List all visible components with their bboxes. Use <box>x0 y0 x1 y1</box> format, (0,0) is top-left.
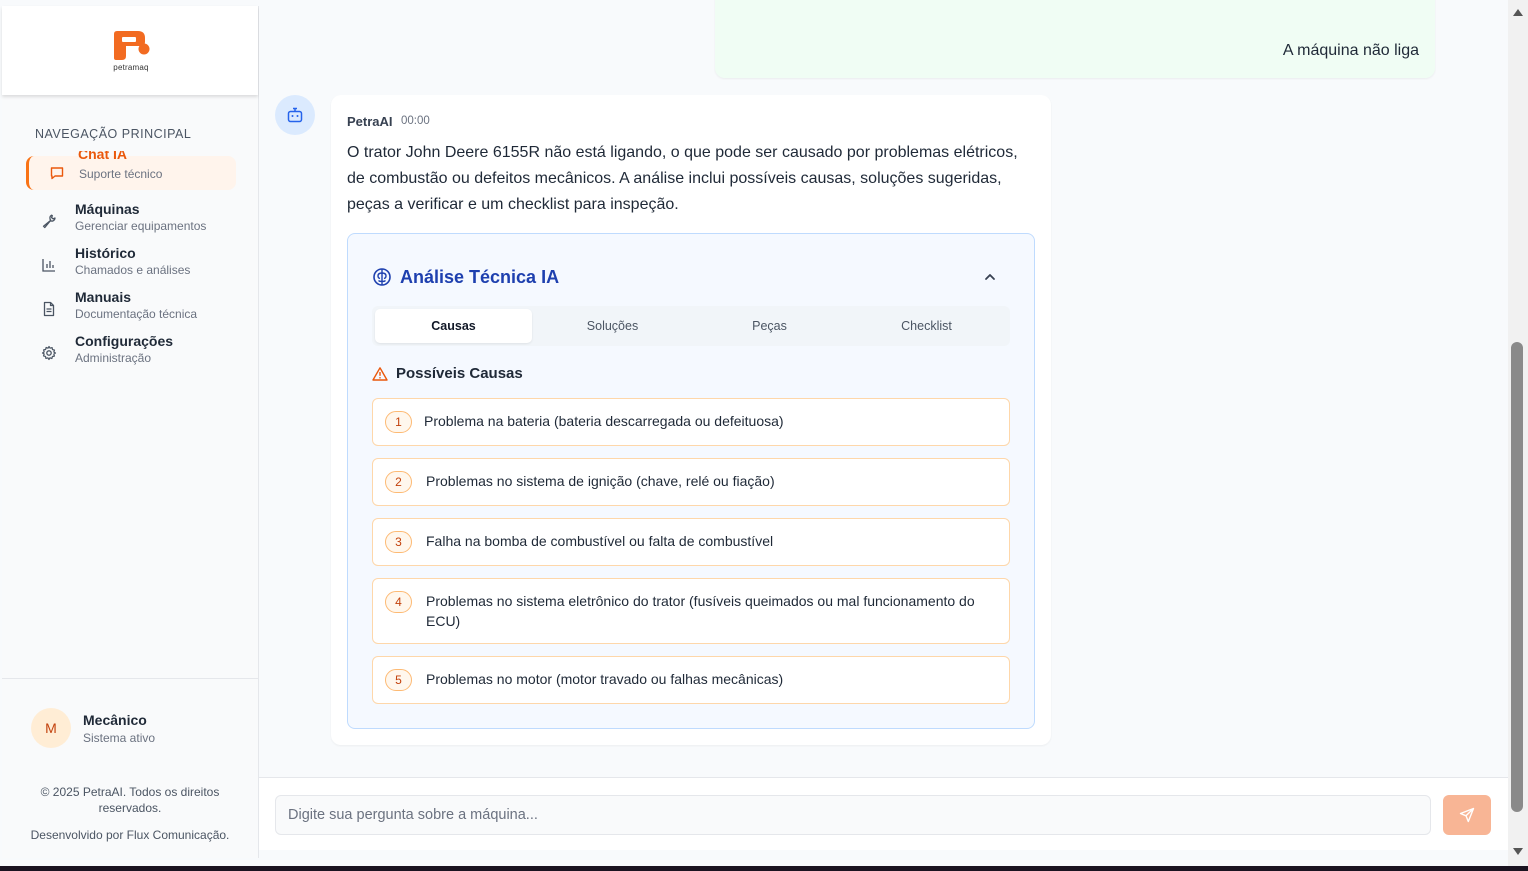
user-name: Mecânico <box>83 712 147 728</box>
bot-icon <box>287 107 303 123</box>
avatar[interactable]: M <box>31 708 71 748</box>
app-window: petramaq NAVEGAÇÃO PRINCIPAL Chat IA Sup… <box>0 0 1528 866</box>
user-message-text: A máquina não liga <box>1282 42 1419 59</box>
sidebar-item-maquinas[interactable]: Máquinas Gerenciar equipamentos <box>26 201 236 238</box>
sidebar-item-sub: Administração <box>75 351 152 365</box>
chat-input[interactable] <box>275 795 1431 835</box>
gear-icon <box>41 345 57 361</box>
sidebar-item-configuracoes[interactable]: Configurações Administração <box>26 333 236 370</box>
developer-credit: Desenvolvido por Flux Comunicação. <box>30 828 230 842</box>
cause-item: 2 Problemas no sistema de ignição (chave… <box>372 458 1010 506</box>
bot-message-card: PetraAI 00:00 O trator John Deere 6155R … <box>331 95 1051 745</box>
tab-causas[interactable]: Causas <box>375 309 532 343</box>
cause-number: 2 <box>385 471 412 493</box>
sidebar-item-sub: Gerenciar equipamentos <box>75 219 207 233</box>
file-text-icon <box>43 301 55 317</box>
analysis-title: Análise Técnica IA <box>400 267 560 287</box>
cause-number: 5 <box>385 669 412 691</box>
technical-analysis-panel: Análise Técnica IA Causas Soluções Peças… <box>347 233 1035 729</box>
tab-checklist[interactable]: Checklist <box>848 309 1005 343</box>
cause-text: Problema na bateria (bateria descarregad… <box>424 413 784 429</box>
scroll-down-arrow-icon[interactable] <box>1513 848 1523 855</box>
sidebar: petramaq NAVEGAÇÃO PRINCIPAL Chat IA Sup… <box>2 6 259 858</box>
bot-message-text: O trator John Deere 6155R não está ligan… <box>347 144 1018 213</box>
send-button[interactable] <box>1443 795 1491 835</box>
sidebar-item-sub: Documentação técnica <box>75 307 198 321</box>
cause-number: 3 <box>385 531 412 553</box>
wrench-icon <box>42 214 56 229</box>
copyright-text: © 2025 PetraAI. Todos os direitos reserv… <box>40 785 220 815</box>
cause-text: Problemas no motor (motor travado ou fal… <box>426 671 784 687</box>
nav-section-title: NAVEGAÇÃO PRINCIPAL <box>35 127 192 141</box>
sidebar-item-label: Histórico <box>75 245 136 261</box>
sidebar-item-chat-ia[interactable]: Chat IA Suporte técnico <box>26 151 236 190</box>
user-message-bubble: A máquina não liga <box>715 0 1435 78</box>
warning-triangle-icon <box>372 367 388 381</box>
cause-item: 3 Falha na bomba de combustível ou falta… <box>372 518 1010 566</box>
bot-name: PetraAI <box>347 114 393 129</box>
scrollbar-thumb[interactable] <box>1511 342 1523 812</box>
vertical-scrollbar[interactable] <box>1508 0 1528 866</box>
logo-header: petramaq <box>2 6 258 95</box>
taskbar-edge <box>0 866 1528 871</box>
sidebar-item-manuais[interactable]: Manuais Documentação técnica <box>26 289 236 326</box>
sidebar-item-label: Máquinas <box>75 201 140 217</box>
petramaq-logo-icon <box>114 31 150 60</box>
scroll-up-arrow-icon[interactable] <box>1513 9 1523 16</box>
sidebar-item-label: Configurações <box>75 333 174 349</box>
causes-title: Possíveis Causas <box>396 365 523 382</box>
chat-area: A máquina não liga PetraAI 00:00 O trato… <box>259 0 1508 866</box>
analysis-tabs: Causas Soluções Peças Checklist <box>372 306 1010 346</box>
tab-solucoes[interactable]: Soluções <box>534 309 691 343</box>
message-timestamp: 00:00 <box>401 115 430 127</box>
message-square-icon <box>50 167 64 180</box>
sidebar-item-sub: Suporte técnico <box>79 167 163 181</box>
bar-chart-icon <box>42 259 55 272</box>
sidebar-divider <box>2 678 258 679</box>
nav-list: Chat IA Suporte técnico Máquinas Gerenci… <box>26 151 236 371</box>
brain-icon <box>373 268 391 286</box>
cause-text: Problemas no sistema de ignição (chave, … <box>426 473 775 489</box>
cause-text: Falha na bomba de combustível ou falta d… <box>426 533 774 549</box>
cause-item: 4 Problemas no sistema eletrônico do tra… <box>372 578 1010 644</box>
cause-number: 4 <box>385 591 412 613</box>
user-status: Sistema ativo <box>83 731 156 745</box>
chevron-up-icon[interactable] <box>982 269 998 285</box>
cause-item: 1 Problema na bateria (bateria descarreg… <box>372 398 1010 446</box>
cause-number: 1 <box>385 411 412 433</box>
sidebar-item-label: Chat IA <box>78 151 127 162</box>
sidebar-item-label: Manuais <box>75 289 132 305</box>
sidebar-item-historico[interactable]: Histórico Chamados e análises <box>26 245 236 282</box>
sidebar-item-sub: Chamados e análises <box>75 263 191 277</box>
bot-avatar <box>275 95 315 135</box>
send-icon <box>1459 807 1475 823</box>
cause-item: 5 Problemas no motor (motor travado ou f… <box>372 656 1010 704</box>
cause-text: Problemas no sistema eletrônico do trato… <box>426 593 975 629</box>
tab-pecas[interactable]: Peças <box>691 309 848 343</box>
message-composer <box>259 777 1508 850</box>
logo-text: petramaq <box>113 63 149 72</box>
